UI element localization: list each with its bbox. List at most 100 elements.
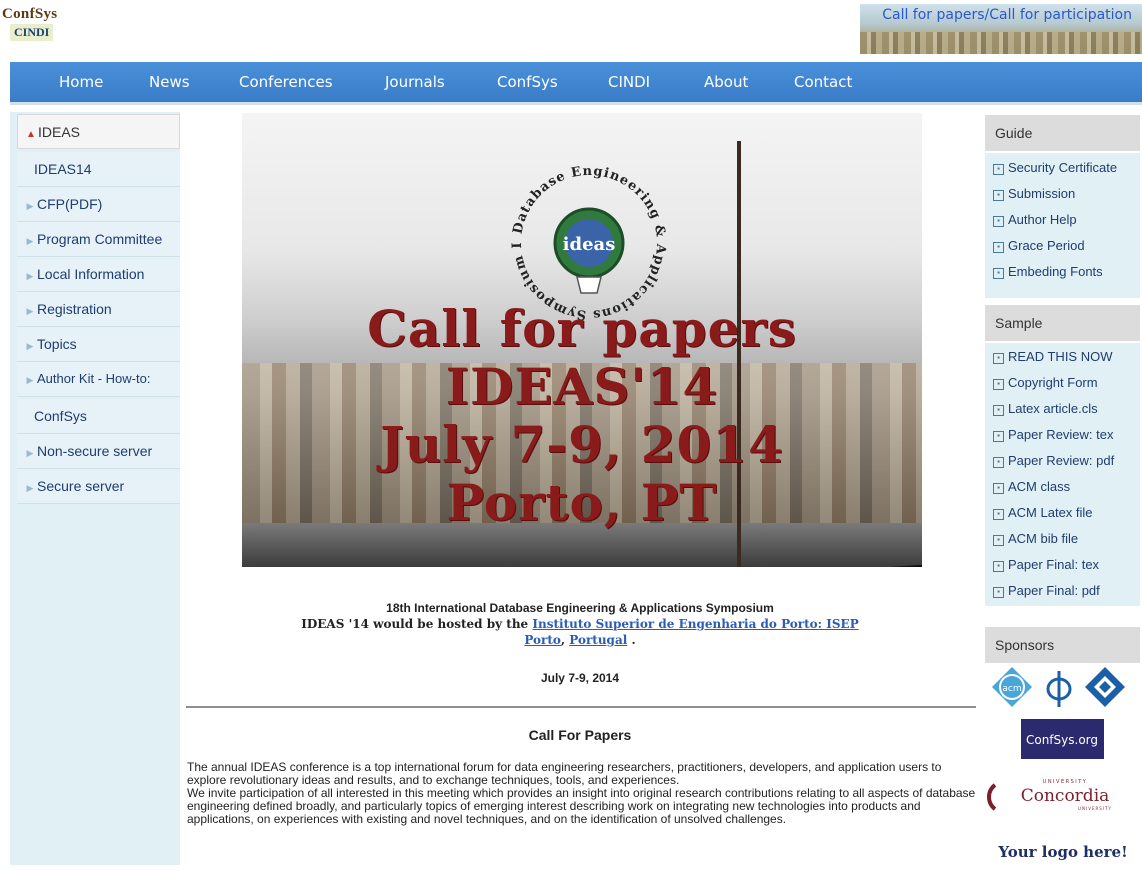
sidebar-item-label: Topics xyxy=(37,336,77,352)
guide-item-label: Embeding Fonts xyxy=(1008,264,1103,279)
guide-item-security-certificate[interactable]: ▪ Security Certificate xyxy=(985,155,1140,181)
sidebar-item-label: IDEAS14 xyxy=(34,161,92,177)
box-icon: ▪ xyxy=(993,379,1004,390)
triangle-up-icon: ▲ xyxy=(26,129,36,140)
sample-item-paper-review-pdf[interactable]: ▪ Paper Review: pdf xyxy=(985,448,1140,474)
sample-item-paper-review-tex[interactable]: ▪ Paper Review: tex xyxy=(985,422,1140,448)
sample-header: Sample xyxy=(985,305,1140,341)
nav-conferences[interactable]: Conferences xyxy=(239,62,333,102)
sample-item-label: READ THIS NOW xyxy=(1008,349,1113,364)
host-link[interactable]: Instituto Superior de Engenharia do Port… xyxy=(532,617,858,631)
sidebar-item-ideas[interactable]: ▲ IDEAS xyxy=(17,114,180,149)
hero-line2: IDEAS'14 xyxy=(445,357,719,416)
banner[interactable]: Call for papers/Call for participation xyxy=(860,4,1142,54)
nav-confsys[interactable]: ConfSys xyxy=(497,62,558,102)
sidebar-item-secure-server[interactable]: ▶ Secure server xyxy=(17,469,180,504)
sidebar-item-local-information[interactable]: ▶ Local Information xyxy=(17,257,180,292)
sample-item-acm-latex-file[interactable]: ▪ ACM Latex file xyxy=(985,500,1140,526)
box-icon: ▪ xyxy=(993,483,1004,494)
box-icon: ▪ xyxy=(993,561,1004,572)
sample-item-paper-final-pdf[interactable]: ▪ Paper Final: pdf xyxy=(985,578,1140,604)
cfp-body: The annual IDEAS conference is a top int… xyxy=(187,761,982,826)
logo-line1: ConfSys xyxy=(2,6,58,22)
triangle-right-icon: ▶ xyxy=(26,201,34,211)
sidebar-item-registration[interactable]: ▶ Registration xyxy=(17,292,180,327)
sample-item-label: Copyright Form xyxy=(1008,375,1098,390)
acm-label: acm xyxy=(1002,684,1021,694)
sponsors-header: Sponsors xyxy=(985,627,1140,663)
triangle-right-icon: ▶ xyxy=(26,448,34,458)
sidebar-item-non-secure-server[interactable]: ▶ Non-secure server xyxy=(17,434,180,469)
triangle-right-icon: ▶ xyxy=(26,341,34,351)
sample-item-label: Paper Final: tex xyxy=(1008,557,1100,572)
box-icon: ▪ xyxy=(993,587,1004,598)
box-icon: ▪ xyxy=(993,190,1004,201)
hero-line4: Porto, PT xyxy=(446,473,718,532)
hero-line3: July 7-9, 2014 xyxy=(380,415,784,474)
box-icon: ▪ xyxy=(993,509,1004,520)
guide-item-embeding-fonts[interactable]: ▪ Embeding Fonts xyxy=(985,259,1140,285)
sidebar-item-ideas14[interactable]: IDEAS14 xyxy=(17,152,180,187)
sample-item-read-this-now[interactable]: ▪ READ THIS NOW xyxy=(985,344,1140,370)
sample-item-label: Paper Review: tex xyxy=(1008,427,1114,442)
main-nav: Home News Conferences Journals ConfSys C… xyxy=(10,62,1142,102)
sidebar-item-author-kit[interactable]: ▶ Author Kit - How-to: xyxy=(17,362,180,397)
sample-item-label: ACM bib file xyxy=(1008,531,1079,546)
nav-news[interactable]: News xyxy=(149,62,190,102)
cfp-paragraph-1: The annual IDEAS conference is a top int… xyxy=(187,760,942,787)
sample-item-label: ACM class xyxy=(1008,479,1071,494)
confsys-org-logo[interactable]: ConfSys.org xyxy=(1021,719,1104,759)
guide-item-label: Author Help xyxy=(1008,212,1077,227)
sidebar-item-program-committee[interactable]: ▶ Program Committee xyxy=(17,222,180,257)
your-logo-here[interactable]: Your logo here! xyxy=(997,843,1127,861)
concordia-bottom: UNIVERSITY xyxy=(1078,806,1112,811)
sidebar-item-label: Non-secure server xyxy=(37,443,153,459)
box-icon: ▪ xyxy=(993,431,1004,442)
triangle-right-icon: ▶ xyxy=(26,236,34,246)
triangle-right-icon: ▶ xyxy=(26,375,34,385)
diamond-logo-icon[interactable] xyxy=(1085,667,1125,707)
sidebar-item-cfp[interactable]: ▶ CFP(PDF) xyxy=(17,187,180,222)
sponsors-area: acm ConfSys.org UNIVERSITY Concordia UNI… xyxy=(985,663,1140,865)
sponsor-logos: acm ConfSys.org UNIVERSITY Concordia UNI… xyxy=(987,667,1128,861)
sample-item-acm-class[interactable]: ▪ ACM class xyxy=(985,474,1140,500)
sample-item-paper-final-tex[interactable]: ▪ Paper Final: tex xyxy=(985,552,1140,578)
country-link[interactable]: Portugal xyxy=(569,633,627,647)
cfp-title: Call For Papers xyxy=(528,727,632,743)
sidebar-item-label: Secure server xyxy=(37,478,125,494)
sidebar-item-confsys[interactable]: ConfSys xyxy=(17,399,180,434)
sidebar-item-label: Program Committee xyxy=(37,231,163,247)
sample-item-label: Latex article.cls xyxy=(1008,401,1098,416)
nav-contact[interactable]: Contact xyxy=(794,62,852,102)
nav-cindi[interactable]: CINDI xyxy=(608,62,650,102)
guide-item-submission[interactable]: ▪ Submission xyxy=(985,181,1140,207)
sidebar-item-topics[interactable]: ▶ Topics xyxy=(17,327,180,362)
box-icon: ▪ xyxy=(993,216,1004,227)
intro-line3: Porto, Portugal . xyxy=(524,633,636,647)
sample-item-label: ACM Latex file xyxy=(1008,505,1093,520)
nav-about[interactable]: About xyxy=(704,62,748,102)
confsys-logo[interactable]: ConfSys CINDI xyxy=(2,6,86,58)
concordia-top: UNIVERSITY xyxy=(1043,779,1088,785)
logo-line2: CINDI xyxy=(10,24,54,41)
sample-item-copyright-form[interactable]: ▪ Copyright Form xyxy=(985,370,1140,396)
hero-line1: Call for papers xyxy=(367,299,797,358)
guide-item-label: Submission xyxy=(1008,186,1076,201)
concordia-name: Concordia xyxy=(1021,786,1110,806)
guide-header: Guide xyxy=(985,115,1140,151)
guide-item-author-help[interactable]: ▪ Author Help xyxy=(985,207,1140,233)
city-link[interactable]: Porto xyxy=(524,633,561,647)
emblem-center: ideas xyxy=(563,234,616,255)
sample-item-latex-article-cls[interactable]: ▪ Latex article.cls xyxy=(985,396,1140,422)
sample-item-label: Paper Review: pdf xyxy=(1008,453,1115,468)
intro-block: 18th International Database Engineering … xyxy=(300,600,860,648)
acm-logo-icon[interactable]: acm xyxy=(992,667,1032,707)
phi-logo-icon[interactable] xyxy=(1046,671,1072,707)
concordia-logo[interactable]: UNIVERSITY Concordia UNIVERSITY xyxy=(987,779,1112,811)
guide-item-grace-period[interactable]: ▪ Grace Period xyxy=(985,233,1140,259)
sample-item-acm-bib-file[interactable]: ▪ ACM bib file xyxy=(985,526,1140,552)
hero-image: ideas Database Engineering & Application… xyxy=(242,113,922,567)
nav-home[interactable]: Home xyxy=(59,62,103,102)
sidebar-item-label: CFP(PDF) xyxy=(37,196,103,212)
nav-journals[interactable]: Journals xyxy=(385,62,445,102)
